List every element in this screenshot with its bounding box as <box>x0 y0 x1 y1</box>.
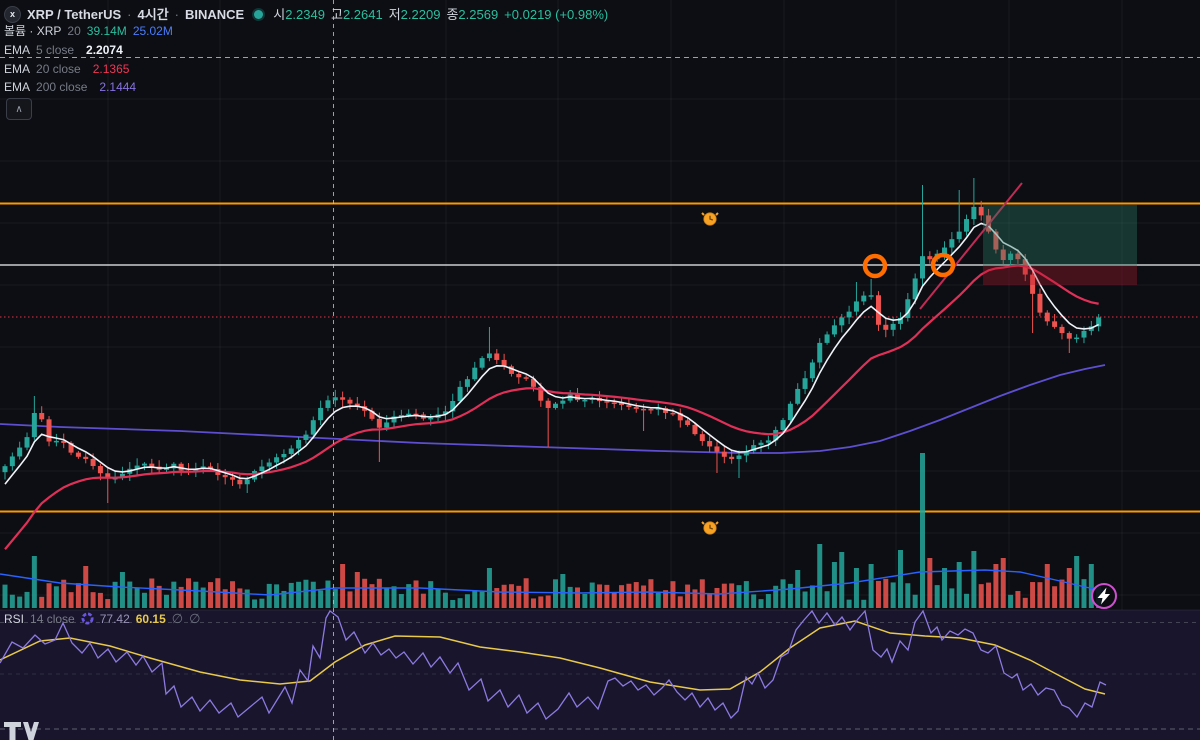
chart-window: x XRP / TetherUS · 4시간 · BINANCE 시2.2349… <box>0 0 1200 740</box>
price-change: +0.0219 (+0.98%) <box>504 7 609 22</box>
market-status-icon <box>254 10 264 19</box>
indicator-value: 2.1444 <box>99 80 137 94</box>
volume-length: 20 <box>67 24 81 38</box>
ema5-legend[interactable]: EMA 5 close 2.2074 <box>4 44 123 56</box>
interval-label: 4시간 <box>137 7 169 22</box>
ohlc-high: 고2.2641 <box>330 7 383 22</box>
position-loss-box[interactable] <box>983 265 1137 285</box>
ohlc-low: 저2.2209 <box>388 7 441 22</box>
indicator-value: 2.2074 <box>86 43 123 57</box>
volume-label: 볼륨 · XRP <box>4 24 62 38</box>
symbol-title: XRP / TetherUS <box>27 7 122 22</box>
indicator-name: EMA <box>4 43 31 57</box>
ohlc-close: 종2.2569 <box>446 7 499 22</box>
empty-set-icon: ∅ <box>189 611 201 626</box>
separator: · <box>174 7 179 22</box>
chevron-up-icon: ∧ <box>15 103 23 115</box>
ema20-legend[interactable]: EMA 20 close 2.1365 <box>4 63 129 75</box>
rsi-ma-value: 60.15 <box>135 611 166 626</box>
indicator-value: 2.1365 <box>92 62 130 76</box>
symbol-legend[interactable]: x XRP / TetherUS · 4시간 · BINANCE 시2.2349… <box>4 6 608 23</box>
volume-ma-value: 25.02M <box>132 24 173 38</box>
legend-collapse-button[interactable]: ∧ <box>6 98 32 120</box>
indicator-name: EMA <box>4 80 31 94</box>
volume-value: 39.14M <box>86 24 127 38</box>
indicator-params: 5 close <box>36 43 75 57</box>
indicator-params: 14 close <box>30 611 75 626</box>
symbol-logo-icon: x <box>4 6 21 23</box>
indicator-name: RSI <box>4 611 25 626</box>
volume-legend[interactable]: 볼륨 · XRP 20 39.14M 25.02M <box>4 25 173 37</box>
indicator-params: 20 close <box>36 62 81 76</box>
rsi-pane-bg <box>0 610 1200 740</box>
ema200-legend[interactable]: EMA 200 close 2.1444 <box>4 81 136 93</box>
chart-canvas[interactable] <box>0 0 1200 740</box>
ohlc-open: 시2.2349 <box>273 7 325 22</box>
rsi-loading-icon <box>81 612 94 625</box>
indicator-name: EMA <box>4 62 31 76</box>
separator: · <box>127 7 132 22</box>
position-profit-box[interactable] <box>983 205 1137 265</box>
exchange-label: BINANCE <box>185 7 245 22</box>
bolt-button[interactable] <box>1091 583 1117 609</box>
rsi-legend[interactable]: RSI 14 close 77.42 60.15 ∅ ∅ <box>4 612 200 625</box>
empty-set-icon: ∅ <box>171 611 184 626</box>
rsi-value: 77.42 <box>99 611 130 626</box>
indicator-params: 200 close <box>36 80 88 94</box>
